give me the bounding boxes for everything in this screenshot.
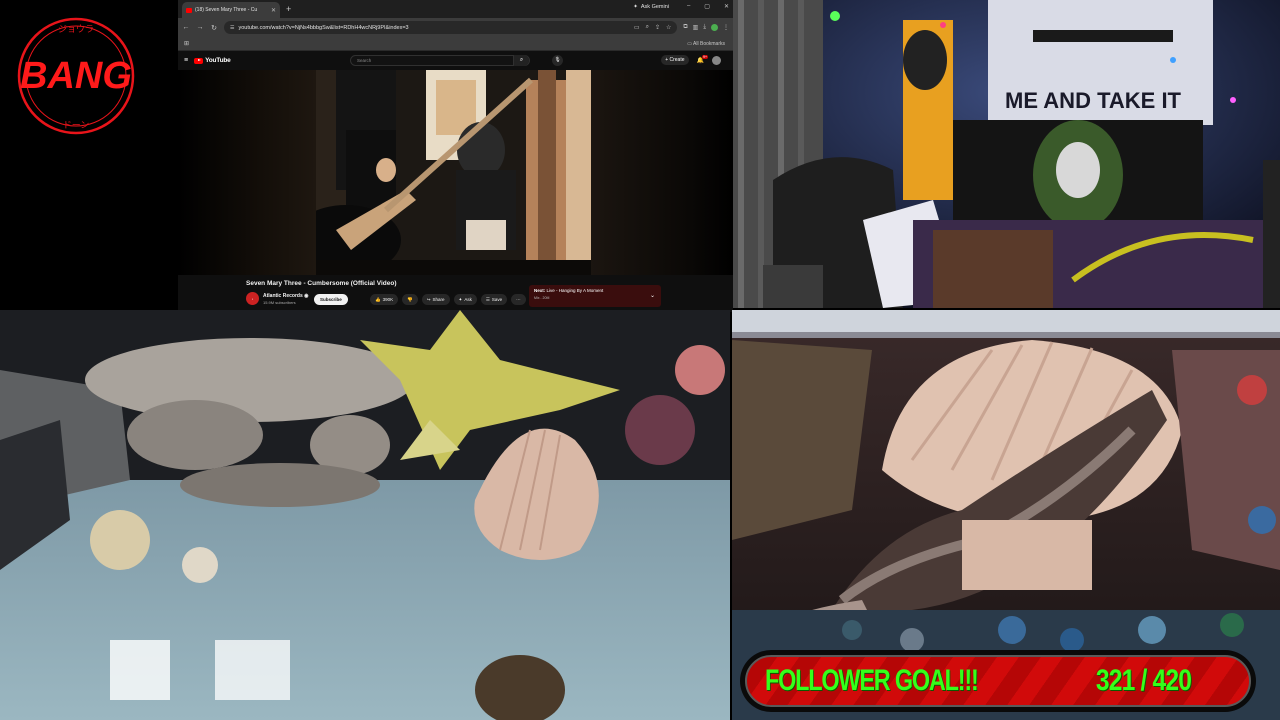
channel-name[interactable]: Atlantic Records ◉ (263, 293, 309, 299)
new-tab-button[interactable]: + (286, 4, 291, 14)
youtube-logo[interactable]: YouTube (194, 57, 231, 64)
profile-avatar[interactable] (711, 24, 718, 31)
notifications-bell-icon[interactable]: 🔔 9+ (697, 54, 708, 64)
follower-goal-count: 321 / 420 (1095, 664, 1192, 697)
account-avatar[interactable] (712, 55, 721, 65)
notification-badge: 9+ (702, 54, 708, 59)
browser-window: (18) Seven Mary Three - Cu ✕ + ✦ Ask Gem… (178, 0, 733, 312)
share-label: Share (432, 297, 445, 302)
youtube-header: ≡ YouTube Search ⌕ 🎙 + Create 🔔 9+ (178, 51, 733, 70)
ask-label: Ask (464, 297, 472, 302)
cast-icon[interactable]: ▭ (634, 24, 640, 31)
save-label: Save (491, 297, 503, 302)
zoom-icon[interactable]: ⌕ (646, 24, 649, 31)
youtube-favicon-icon (186, 7, 192, 13)
follower-goal-label: FOLLOWER GOAL!!! (765, 664, 979, 697)
search-input[interactable]: Search (351, 58, 513, 63)
subscribe-button[interactable]: Subscribe (314, 294, 348, 305)
up-next-card[interactable]: Next: Live - Hanging By A Moment Mix - 2… (529, 285, 661, 307)
extension-icon[interactable]: ⧉ (683, 24, 687, 31)
search-icon[interactable]: ⌕ (513, 55, 529, 66)
sidepanel-icon[interactable]: ▥ (693, 24, 699, 31)
address-bar-row: ← → ↻ ☰ youtube.com/watch?v=NjNs4bbbgSw&… (178, 18, 733, 37)
menu-kebab-icon[interactable]: ⋮ (723, 24, 729, 31)
save-playlist-icon: ☰ (485, 297, 490, 302)
logo-bottom-text: ドーン (63, 121, 90, 131)
video-frame[interactable] (316, 70, 591, 275)
ask-button[interactable]: ✦ Ask (453, 294, 477, 305)
channel-avatar[interactable]: ▪ (246, 292, 259, 305)
video-title: Seven Mary Three - Cumbersome (Official … (246, 280, 397, 287)
youtube-search-box: Search ⌕ (350, 55, 530, 66)
hamburger-menu-icon[interactable]: ≡ (184, 57, 188, 64)
thumb-up-icon: 👍 (375, 297, 381, 302)
logo-text: BANG (20, 55, 132, 97)
logo-top-text: ジョウラ (58, 24, 94, 35)
omnibox[interactable]: ☰ youtube.com/watch?v=NjNs4bbbgSw&list=R… (224, 21, 678, 34)
follower-goal-track: FOLLOWER GOAL!!! 321 / 420 (745, 655, 1251, 707)
ask-gemini-label: Ask Gemini (640, 4, 669, 10)
all-bookmarks-button[interactable]: ▭ All Bookmarks (687, 41, 725, 47)
minimize-icon[interactable]: – (687, 3, 690, 10)
share-button[interactable]: ↪ Share (421, 294, 450, 305)
window-controls: – ▢ ✕ (687, 3, 729, 10)
tab-title: (18) Seven Mary Three - Cu (195, 7, 258, 13)
share-page-icon[interactable]: ⇪ (655, 24, 660, 31)
follower-goal-bar: FOLLOWER GOAL!!! 321 / 420 (740, 650, 1256, 712)
next-video-meta: Mix - 20M (534, 296, 550, 300)
back-icon[interactable]: ← (182, 24, 190, 31)
next-prefix: Next: (534, 288, 546, 293)
bang-logo: ジョウラ BANG ドーン (14, 14, 138, 138)
maximize-icon[interactable]: ▢ (704, 3, 710, 10)
video-actions: 👍 390K 👎 ↪ Share ✦ Ask ☰ Save ⋯ (370, 294, 526, 305)
subscriber-count: 15.9M subscribers (263, 300, 296, 305)
browser-tab[interactable]: (18) Seven Mary Three - Cu ✕ (182, 2, 280, 18)
more-horizontal-icon: ⋯ (516, 297, 521, 302)
stream-layout: ジョウラ BANG ドーン (18) Seven Mary Three - Cu… (0, 0, 1280, 720)
folder-icon: ▭ (687, 40, 692, 47)
channel-name-text: Atlantic Records (263, 293, 303, 299)
youtube-header-actions: + Create 🔔 9+ (661, 54, 721, 65)
forward-icon[interactable]: → (196, 24, 204, 31)
player-letterbox-left (178, 70, 316, 275)
video-meta: Seven Mary Three - Cumbersome (Official … (178, 276, 733, 312)
site-info-icon[interactable]: ☰ (230, 25, 234, 31)
create-label: Create (669, 57, 685, 63)
like-count: 390K (382, 297, 394, 302)
like-button[interactable]: 👍 390K (370, 294, 399, 305)
next-video-title: Live - Hanging By A Moment (546, 288, 604, 293)
tank-cam-left (0, 310, 730, 720)
thumb-down-icon: 👎 (407, 297, 413, 302)
dislike-button[interactable]: 👎 (402, 294, 418, 305)
all-bookmarks-label: All Bookmarks (693, 40, 725, 47)
microphone-icon[interactable]: 🎙 (552, 55, 563, 66)
share-icon: ↪ (426, 297, 431, 302)
url-text: youtube.com/watch?v=NjNs4bbbgSw&list=RDh… (238, 24, 409, 31)
svg-text:ME AND TAKE IT: ME AND TAKE IT (1005, 88, 1182, 113)
gemini-icon: ✦ (633, 4, 638, 10)
extensions-area: ⧉ ▥ ⤓ ⋮ (683, 24, 729, 31)
apps-grid-icon[interactable]: ⊞ (184, 40, 189, 47)
tab-strip: (18) Seven Mary Three - Cu ✕ + ✦ Ask Gem… (178, 0, 733, 18)
verified-icon: ◉ (304, 293, 309, 299)
player-letterbox-right (591, 70, 733, 275)
chevron-down-icon[interactable]: ⌄ (650, 292, 655, 299)
reload-icon[interactable]: ↻ (210, 24, 218, 32)
save-button[interactable]: ☰ Save (480, 294, 508, 305)
create-button[interactable]: + Create (661, 55, 689, 65)
bookmarks-bar: ⊞ ▭ All Bookmarks (178, 37, 733, 51)
more-actions-button[interactable]: ⋯ (511, 294, 526, 305)
close-tab-icon[interactable]: ✕ (271, 7, 276, 14)
youtube-play-icon (194, 57, 204, 64)
ask-gemini-button[interactable]: ✦ Ask Gemini (633, 4, 669, 10)
close-window-icon[interactable]: ✕ (724, 3, 729, 10)
youtube-wordmark: YouTube (205, 57, 231, 64)
sparkle-icon: ✦ (458, 297, 463, 302)
video-player[interactable] (178, 70, 733, 275)
room-webcam: ME AND TAKE IT (733, 0, 1280, 308)
bookmark-star-icon[interactable]: ☆ (666, 24, 671, 31)
download-icon[interactable]: ⤓ (703, 24, 706, 31)
